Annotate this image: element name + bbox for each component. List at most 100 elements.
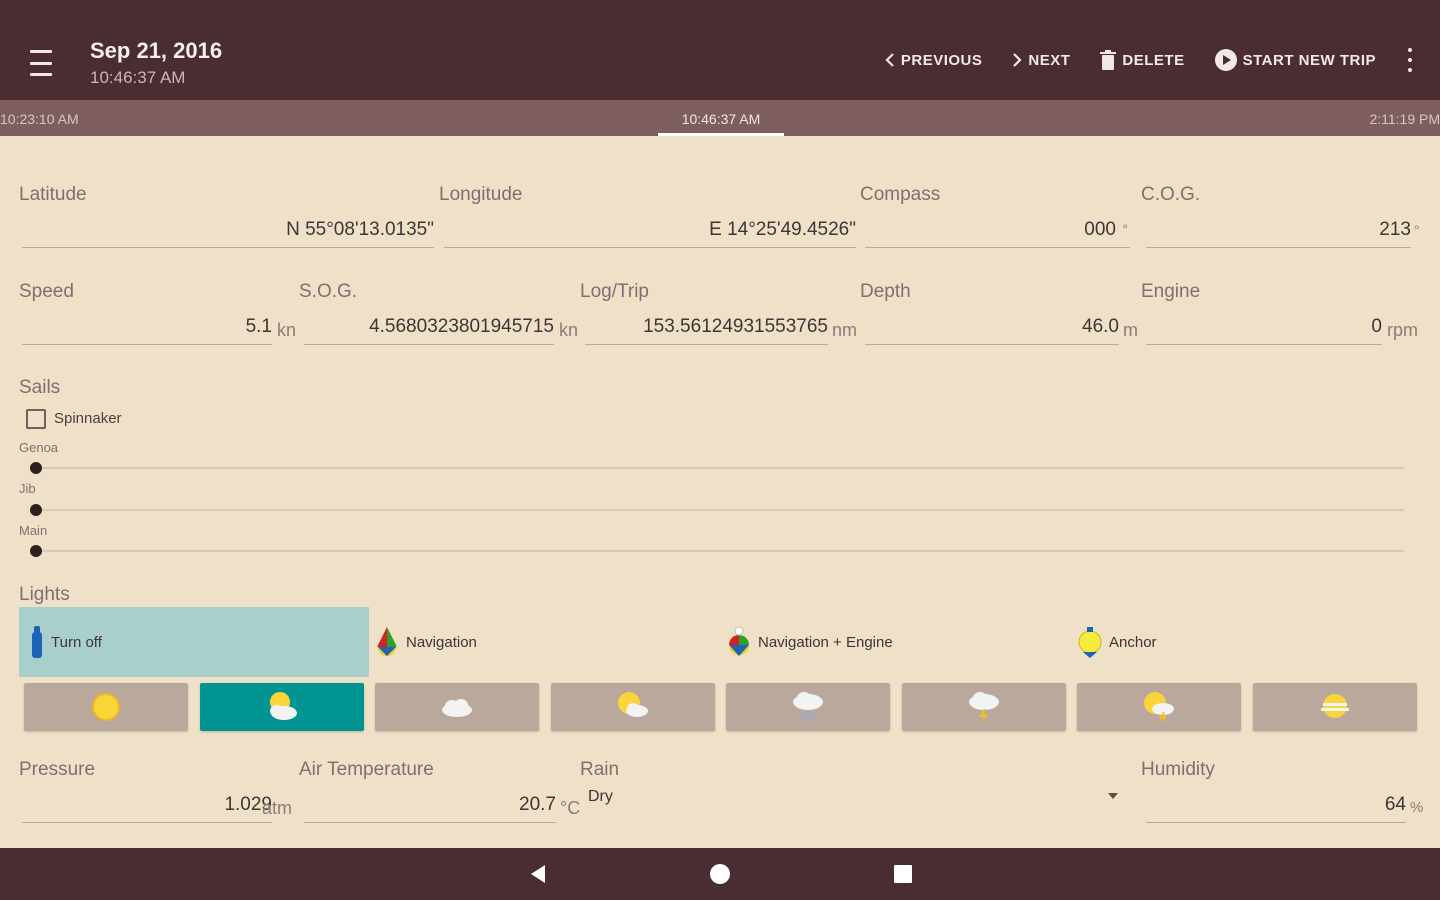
toolbar-actions: PREVIOUS NEXT DELETE START NEW TRIP <box>855 48 1414 72</box>
depth-label: Depth <box>860 281 911 302</box>
humidity-value: 64 <box>1384 794 1406 815</box>
depth-value: 46.0 <box>1082 316 1119 337</box>
latitude-value: N 55°08'13.0135" <box>286 219 434 240</box>
weather-option-sun[interactable] <box>24 683 188 731</box>
thunderstorm-icon <box>969 692 999 724</box>
light-option-anchor[interactable]: Anchor <box>1067 607 1417 677</box>
speed-unit: kn <box>277 320 297 340</box>
light-option-label: Anchor <box>1109 633 1157 651</box>
humidity-field[interactable]: 64 <box>1146 793 1406 823</box>
delete-label: DELETE <box>1122 51 1185 69</box>
partly-cloudy-icon <box>270 692 297 720</box>
light-option-label: Turn off <box>51 633 102 651</box>
delete-button[interactable]: DELETE <box>1100 50 1184 70</box>
light-option-turn-off[interactable]: Turn off <box>19 607 369 677</box>
humidity-label: Humidity <box>1141 759 1215 780</box>
cog-value: 213 <box>1379 219 1411 240</box>
back-icon[interactable] <box>528 862 548 886</box>
page-title-date: Sep 21, 2016 <box>90 38 223 63</box>
engine-label: Engine <box>1141 281 1201 302</box>
longitude-field[interactable]: E 14°25'49.4526" <box>444 218 856 248</box>
engine-field[interactable]: 0 <box>1146 315 1382 345</box>
dropdown-arrow-icon <box>1108 793 1118 799</box>
compass-unit: ° <box>1122 221 1128 237</box>
pressure-field[interactable]: 1.029 <box>22 793 272 823</box>
weather-option-fog-sun[interactable] <box>1253 683 1417 731</box>
light-option-label: Navigation + Engine <box>758 633 893 651</box>
genoa-slider[interactable] <box>36 467 1404 469</box>
start-new-trip-button[interactable]: START NEW TRIP <box>1214 49 1376 71</box>
engine-value: 0 <box>1371 316 1382 337</box>
light-option-navigation[interactable]: Navigation <box>364 607 714 677</box>
app-bar: Sep 21, 2016 10:46:37 AM PREVIOUS NEXT D… <box>0 0 1440 100</box>
speed-label: Speed <box>19 281 74 302</box>
weather-option-sun-cloud[interactable] <box>551 683 715 731</box>
pressure-label: Pressure <box>19 759 96 780</box>
cog-unit: ° <box>1414 222 1420 238</box>
chevron-right-icon <box>1013 53 1022 67</box>
speed-field[interactable]: 5.1 <box>22 315 272 345</box>
spinnaker-label: Spinnaker <box>54 410 122 427</box>
system-nav-bar <box>0 848 1440 900</box>
timeline-indicator <box>658 133 784 136</box>
air-temperature-unit: °C <box>560 798 581 818</box>
recent-apps-icon[interactable] <box>892 862 914 886</box>
timeline-tabs: 10:23:10 AM 10:46:37 AM 2:11:19 PM <box>0 100 1440 136</box>
weather-option-cloud[interactable] <box>375 683 539 731</box>
menu-icon[interactable] <box>26 50 56 76</box>
rain-dropdown[interactable]: Dry <box>588 784 1128 812</box>
depth-field[interactable]: 46.0 <box>865 315 1119 345</box>
chevron-left-icon <box>885 53 894 67</box>
next-label: NEXT <box>1028 51 1071 69</box>
latitude-field[interactable]: N 55°08'13.0135" <box>22 218 434 248</box>
sog-unit: kn <box>559 320 579 340</box>
sog-value: 4.5680323801945715 <box>369 316 554 337</box>
sails-heading: Sails <box>19 377 61 398</box>
compass-value: 000 <box>1084 219 1116 240</box>
cog-field[interactable]: 213 <box>1146 218 1411 248</box>
sun-cloud-icon <box>618 692 648 717</box>
depth-unit: m <box>1123 320 1138 340</box>
light-option-label: Navigation <box>406 633 477 651</box>
weather-option-rain-cloud[interactable] <box>726 683 890 731</box>
sog-field[interactable]: 4.5680323801945715 <box>304 315 554 345</box>
next-button[interactable]: NEXT <box>1012 52 1070 69</box>
home-icon[interactable] <box>708 862 732 886</box>
main-slider-thumb[interactable] <box>30 545 42 557</box>
previous-button[interactable]: PREVIOUS <box>885 52 983 69</box>
weather-option-sun-thunder[interactable] <box>1077 683 1241 731</box>
compass-field[interactable]: 000 ° <box>865 218 1130 248</box>
page-subtitle-time: 10:46:37 AM <box>90 68 186 87</box>
bulb-off-icon <box>32 626 42 658</box>
lights-heading: Lights <box>19 584 70 605</box>
main-slider[interactable] <box>36 550 1404 552</box>
navigation-lights-icon <box>377 627 397 656</box>
speed-value: 5.1 <box>245 316 272 337</box>
timeline-start[interactable]: 10:23:10 AM <box>0 111 79 127</box>
jib-slider-thumb[interactable] <box>30 504 42 516</box>
cloud-icon <box>442 699 472 717</box>
sun-icon <box>92 693 120 721</box>
fog-sun-icon <box>1321 694 1349 718</box>
weather-option-partly-cloudy[interactable] <box>200 683 364 731</box>
rain-label: Rain <box>580 759 620 780</box>
jib-slider[interactable] <box>36 509 1404 511</box>
weather-option-thunderstorm[interactable] <box>902 683 1066 731</box>
sog-label: S.O.G. <box>299 281 358 302</box>
log-label: Log/Trip <box>580 281 649 302</box>
light-option-navigation-engine[interactable]: Navigation + Engine <box>716 607 1066 677</box>
genoa-slider-thumb[interactable] <box>30 462 42 474</box>
log-field[interactable]: 153.56124931553765 <box>585 315 828 345</box>
timeline-current[interactable]: 10:46:37 AM <box>658 111 784 127</box>
genoa-label: Genoa <box>19 440 59 455</box>
air-temperature-field[interactable]: 20.7 <box>304 793 556 823</box>
play-circle-icon <box>1214 49 1237 71</box>
more-options-icon[interactable] <box>1406 48 1414 72</box>
navigation-engine-lights-icon <box>729 626 749 656</box>
trash-icon <box>1100 50 1117 70</box>
anchor-light-icon <box>1078 627 1102 658</box>
timeline-end[interactable]: 2:11:19 PM <box>1369 111 1440 127</box>
spinnaker-checkbox[interactable] <box>26 409 46 429</box>
engine-unit: rpm <box>1387 320 1418 340</box>
start-new-trip-label: START NEW TRIP <box>1242 51 1376 69</box>
